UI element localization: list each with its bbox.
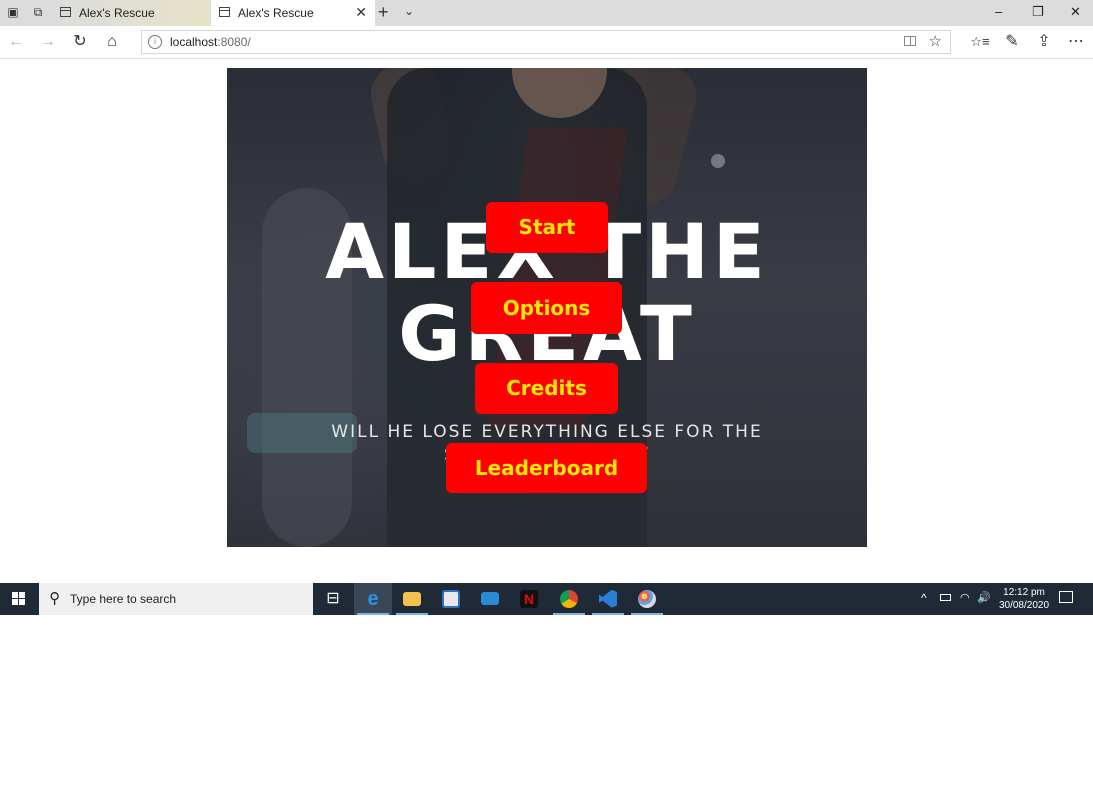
tab-title: Alex's Rescue (79, 6, 155, 20)
page-icon (219, 7, 230, 17)
credits-button[interactable]: Credits (475, 363, 618, 414)
edge-icon[interactable]: e (354, 583, 392, 615)
windows-logo-icon (12, 592, 26, 606)
tab-close-icon[interactable]: ✕ (355, 4, 367, 21)
refresh-icon[interactable]: ↻ (70, 32, 90, 52)
browser-toolbar: ← → ↻ ⌂ i localhost:8080/ ☆ ☆≡ ✎ ⇪ ⋯ (0, 26, 1093, 59)
reading-view-icon[interactable] (904, 36, 916, 46)
netflix-icon[interactable]: N (510, 583, 548, 615)
minimize-icon[interactable]: – (995, 4, 1002, 19)
url-host: localhost (170, 35, 218, 49)
clock-time: 12:12 pm (1003, 587, 1045, 598)
taskbar-clock[interactable]: 12:12 pm 30/08/2020 (996, 586, 1052, 612)
windows-taskbar: ⚲ Type here to search ⊟ e N ^ ◠ 🔊 12:12 … (0, 583, 1093, 615)
wifi-icon[interactable]: ◠ (960, 591, 970, 604)
clock-date: 30/08/2020 (998, 600, 1050, 611)
tab-alexs-rescue-1[interactable]: Alex's Rescue (52, 0, 210, 26)
action-center-notification-icon[interactable] (1059, 591, 1073, 603)
notes-pen-icon[interactable]: ✎ (1002, 32, 1022, 52)
chevron-down-icon[interactable]: ⌄ (404, 4, 414, 18)
chrome-icon[interactable] (550, 583, 588, 615)
start-menu-button[interactable] (0, 583, 38, 615)
favorite-star-icon[interactable]: ☆ (929, 32, 942, 50)
share-icon[interactable]: ⇪ (1034, 32, 1054, 52)
url-text[interactable]: localhost:8080/ (170, 35, 251, 49)
task-view-icon[interactable]: ⊟ (314, 583, 352, 615)
site-info-icon[interactable]: i (148, 35, 162, 49)
home-icon[interactable]: ⌂ (102, 32, 122, 52)
taskbar-search-box[interactable]: ⚲ Type here to search (39, 583, 313, 615)
volume-icon[interactable]: 🔊 (977, 591, 991, 604)
tab-title: Alex's Rescue (238, 6, 314, 20)
paint-icon[interactable] (628, 583, 666, 615)
close-window-icon[interactable]: ✕ (1070, 4, 1081, 20)
new-tab-icon[interactable]: + (378, 3, 389, 21)
search-icon: ⚲ (49, 590, 60, 607)
tab-actions-icon[interactable]: ▣ (6, 5, 20, 19)
favorites-icon[interactable]: ☆≡ (970, 32, 990, 52)
browser-tab-bar: ▣ ⧉ Alex's Rescue Alex's Rescue ✕ + ⌄ – … (0, 0, 1093, 26)
start-button[interactable]: Start (486, 202, 608, 253)
forward-icon[interactable]: → (38, 32, 58, 52)
bokeh-light (711, 154, 725, 168)
show-hidden-icons-chevron-up-icon[interactable]: ^ (921, 591, 927, 605)
page-icon (60, 7, 71, 17)
leaderboard-button[interactable]: Leaderboard (446, 443, 647, 493)
set-aside-tabs-icon[interactable]: ⧉ (31, 5, 45, 19)
back-icon[interactable]: ← (6, 32, 26, 52)
game-subtitle-line-1: WILL HE LOSE EVERYTHING ELSE FOR THE (331, 422, 763, 442)
maximize-icon[interactable]: ❐ (1032, 4, 1044, 20)
mail-icon[interactable] (471, 583, 509, 615)
file-explorer-icon[interactable] (393, 583, 431, 615)
more-options-icon[interactable]: ⋯ (1066, 32, 1086, 52)
url-port-path: :8080/ (217, 35, 251, 49)
battery-icon[interactable] (940, 594, 951, 601)
tab-alexs-rescue-2[interactable]: Alex's Rescue ✕ (211, 0, 375, 26)
options-button[interactable]: Options (471, 282, 622, 334)
store-icon[interactable] (432, 583, 470, 615)
game-menu-screen: ALEX THE GREAT WILL HE LOSE EVERYTHING E… (227, 68, 867, 547)
vscode-icon[interactable] (589, 583, 627, 615)
address-bar[interactable]: i localhost:8080/ ☆ (141, 30, 951, 54)
search-placeholder: Type here to search (70, 592, 177, 606)
